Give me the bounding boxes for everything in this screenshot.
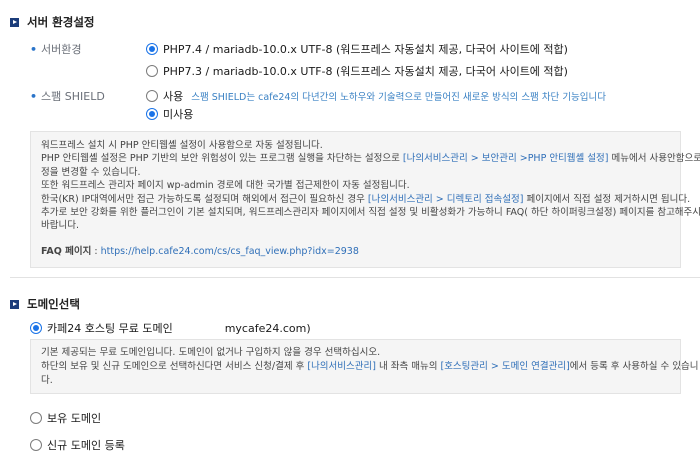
free-domain-option[interactable]: 카페24 호스팅 무료 도메인 mycafe24.com) xyxy=(30,320,311,336)
notice-line: 정을 변경할 수 있습니다. xyxy=(41,166,141,178)
section-arrow-icon xyxy=(10,299,19,309)
free-domain-notice: 기본 제공되는 무료 도메인입니다. 도메인이 없거나 구입하지 않을 경우 선… xyxy=(30,339,699,394)
notice-line: 바랍니다. xyxy=(41,220,79,232)
php73-option-label: PHP7.3 / mariadb-10.0.x UTF-8 (워드프레스 자동설… xyxy=(163,65,568,78)
faq-line: FAQ 페이지 : https://help.cafe24.com/cs/cs_… xyxy=(41,245,359,257)
notice-line: 추가로 보안 강화를 위한 플러그인이 기본 설치되며, 워드프레스관리자 페이… xyxy=(41,207,700,219)
shield-hint: 스팸 SHIELD는 cafe24의 다년간의 노하우와 기술력으로 만들어진 … xyxy=(191,92,607,103)
php-antiwebshell-link[interactable]: [나의서비스관리 > 보안관리 >PHP 안티웹셸 설정] xyxy=(403,153,609,164)
radio-icon[interactable] xyxy=(146,108,158,120)
domain-connection-link[interactable]: [호스팅관리 > 도메인 연결관리] xyxy=(440,361,569,372)
radio-icon[interactable] xyxy=(146,65,158,77)
radio-icon[interactable] xyxy=(30,439,42,451)
shield-use-label: 사용 xyxy=(163,90,184,103)
owned-domain-option[interactable]: 보유 도메인 xyxy=(30,410,101,426)
bullet-dot-icon: • xyxy=(30,42,38,56)
notice-line: PHP 안티웹셸 설정은 PHP 기반의 보안 위험성이 있는 프로그램 실행을… xyxy=(41,153,700,165)
spam-shield-label: • 스팸 SHIELD xyxy=(30,89,105,104)
free-domain-label: 카페24 호스팅 무료 도메인 xyxy=(47,322,173,335)
new-domain-label: 신규 도메인 등록 xyxy=(47,439,125,452)
notice-line: 하단의 보유 및 신규 도메인으로 선택하신다면 서비스 신청/결제 후 [나의… xyxy=(41,360,699,372)
server-settings-header: 서버 환경설정 xyxy=(10,14,94,30)
domain-select-header: 도메인선택 xyxy=(10,296,80,312)
bullet-dot-icon: • xyxy=(30,89,38,103)
radio-icon[interactable] xyxy=(146,90,158,102)
my-service-link[interactable]: [나의서비스관리] xyxy=(307,361,376,372)
php74-option-label: PHP7.4 / mariadb-10.0.x UTF-8 (워드프레스 자동설… xyxy=(163,43,568,56)
radio-icon[interactable] xyxy=(146,43,158,55)
owned-domain-label: 보유 도메인 xyxy=(47,412,102,425)
free-domain-name: mycafe24.com) xyxy=(224,321,311,335)
notice-line: 다. xyxy=(41,374,53,386)
notice-line: 한국(KR) IP대역에서만 접근 가능하도록 설정되며 해외에서 접근이 필요… xyxy=(41,193,691,205)
section-divider xyxy=(10,277,700,278)
notice-line: 워드프레스 설치 시 PHP 안티웹셸 설정이 사용함으로 자동 설정됩니다. xyxy=(41,140,323,151)
domain-select-title: 도메인선택 xyxy=(27,297,80,311)
notice-line: 또한 워드프레스 관리자 페이지 wp-admin 경로에 대한 국가별 접근제… xyxy=(41,180,410,192)
shield-use-option[interactable]: 사용 스팸 SHIELD는 cafe24의 다년간의 노하우와 기술력으로 만들… xyxy=(146,88,606,104)
server-settings-title: 서버 환경설정 xyxy=(27,15,95,29)
server-env-label: • 서버환경 xyxy=(30,42,82,57)
directory-access-link[interactable]: [나의서비스관리 > 디렉토리 접속설정] xyxy=(368,194,524,205)
php74-option[interactable]: PHP7.4 / mariadb-10.0.x UTF-8 (워드프레스 자동설… xyxy=(146,41,568,57)
notice-line: 기본 제공되는 무료 도메인입니다. 도메인이 없거나 구입하지 않을 경우 선… xyxy=(41,347,381,358)
faq-label: FAQ 페이지 xyxy=(41,245,92,257)
new-domain-option[interactable]: 신규 도메인 등록 xyxy=(30,437,125,453)
faq-link[interactable]: https://help.cafe24.com/cs/cs_faq_view.p… xyxy=(101,246,359,257)
wordpress-security-notice: 워드프레스 설치 시 PHP 안티웹셸 설정이 사용함으로 자동 설정됩니다. … xyxy=(30,131,700,268)
shield-unuse-label: 미사용 xyxy=(163,108,194,121)
php73-option[interactable]: PHP7.3 / mariadb-10.0.x UTF-8 (워드프레스 자동설… xyxy=(146,63,568,79)
section-arrow-icon xyxy=(10,17,19,27)
radio-icon[interactable] xyxy=(30,412,42,424)
shield-unuse-option[interactable]: 미사용 xyxy=(146,106,193,122)
radio-icon[interactable] xyxy=(30,322,42,334)
